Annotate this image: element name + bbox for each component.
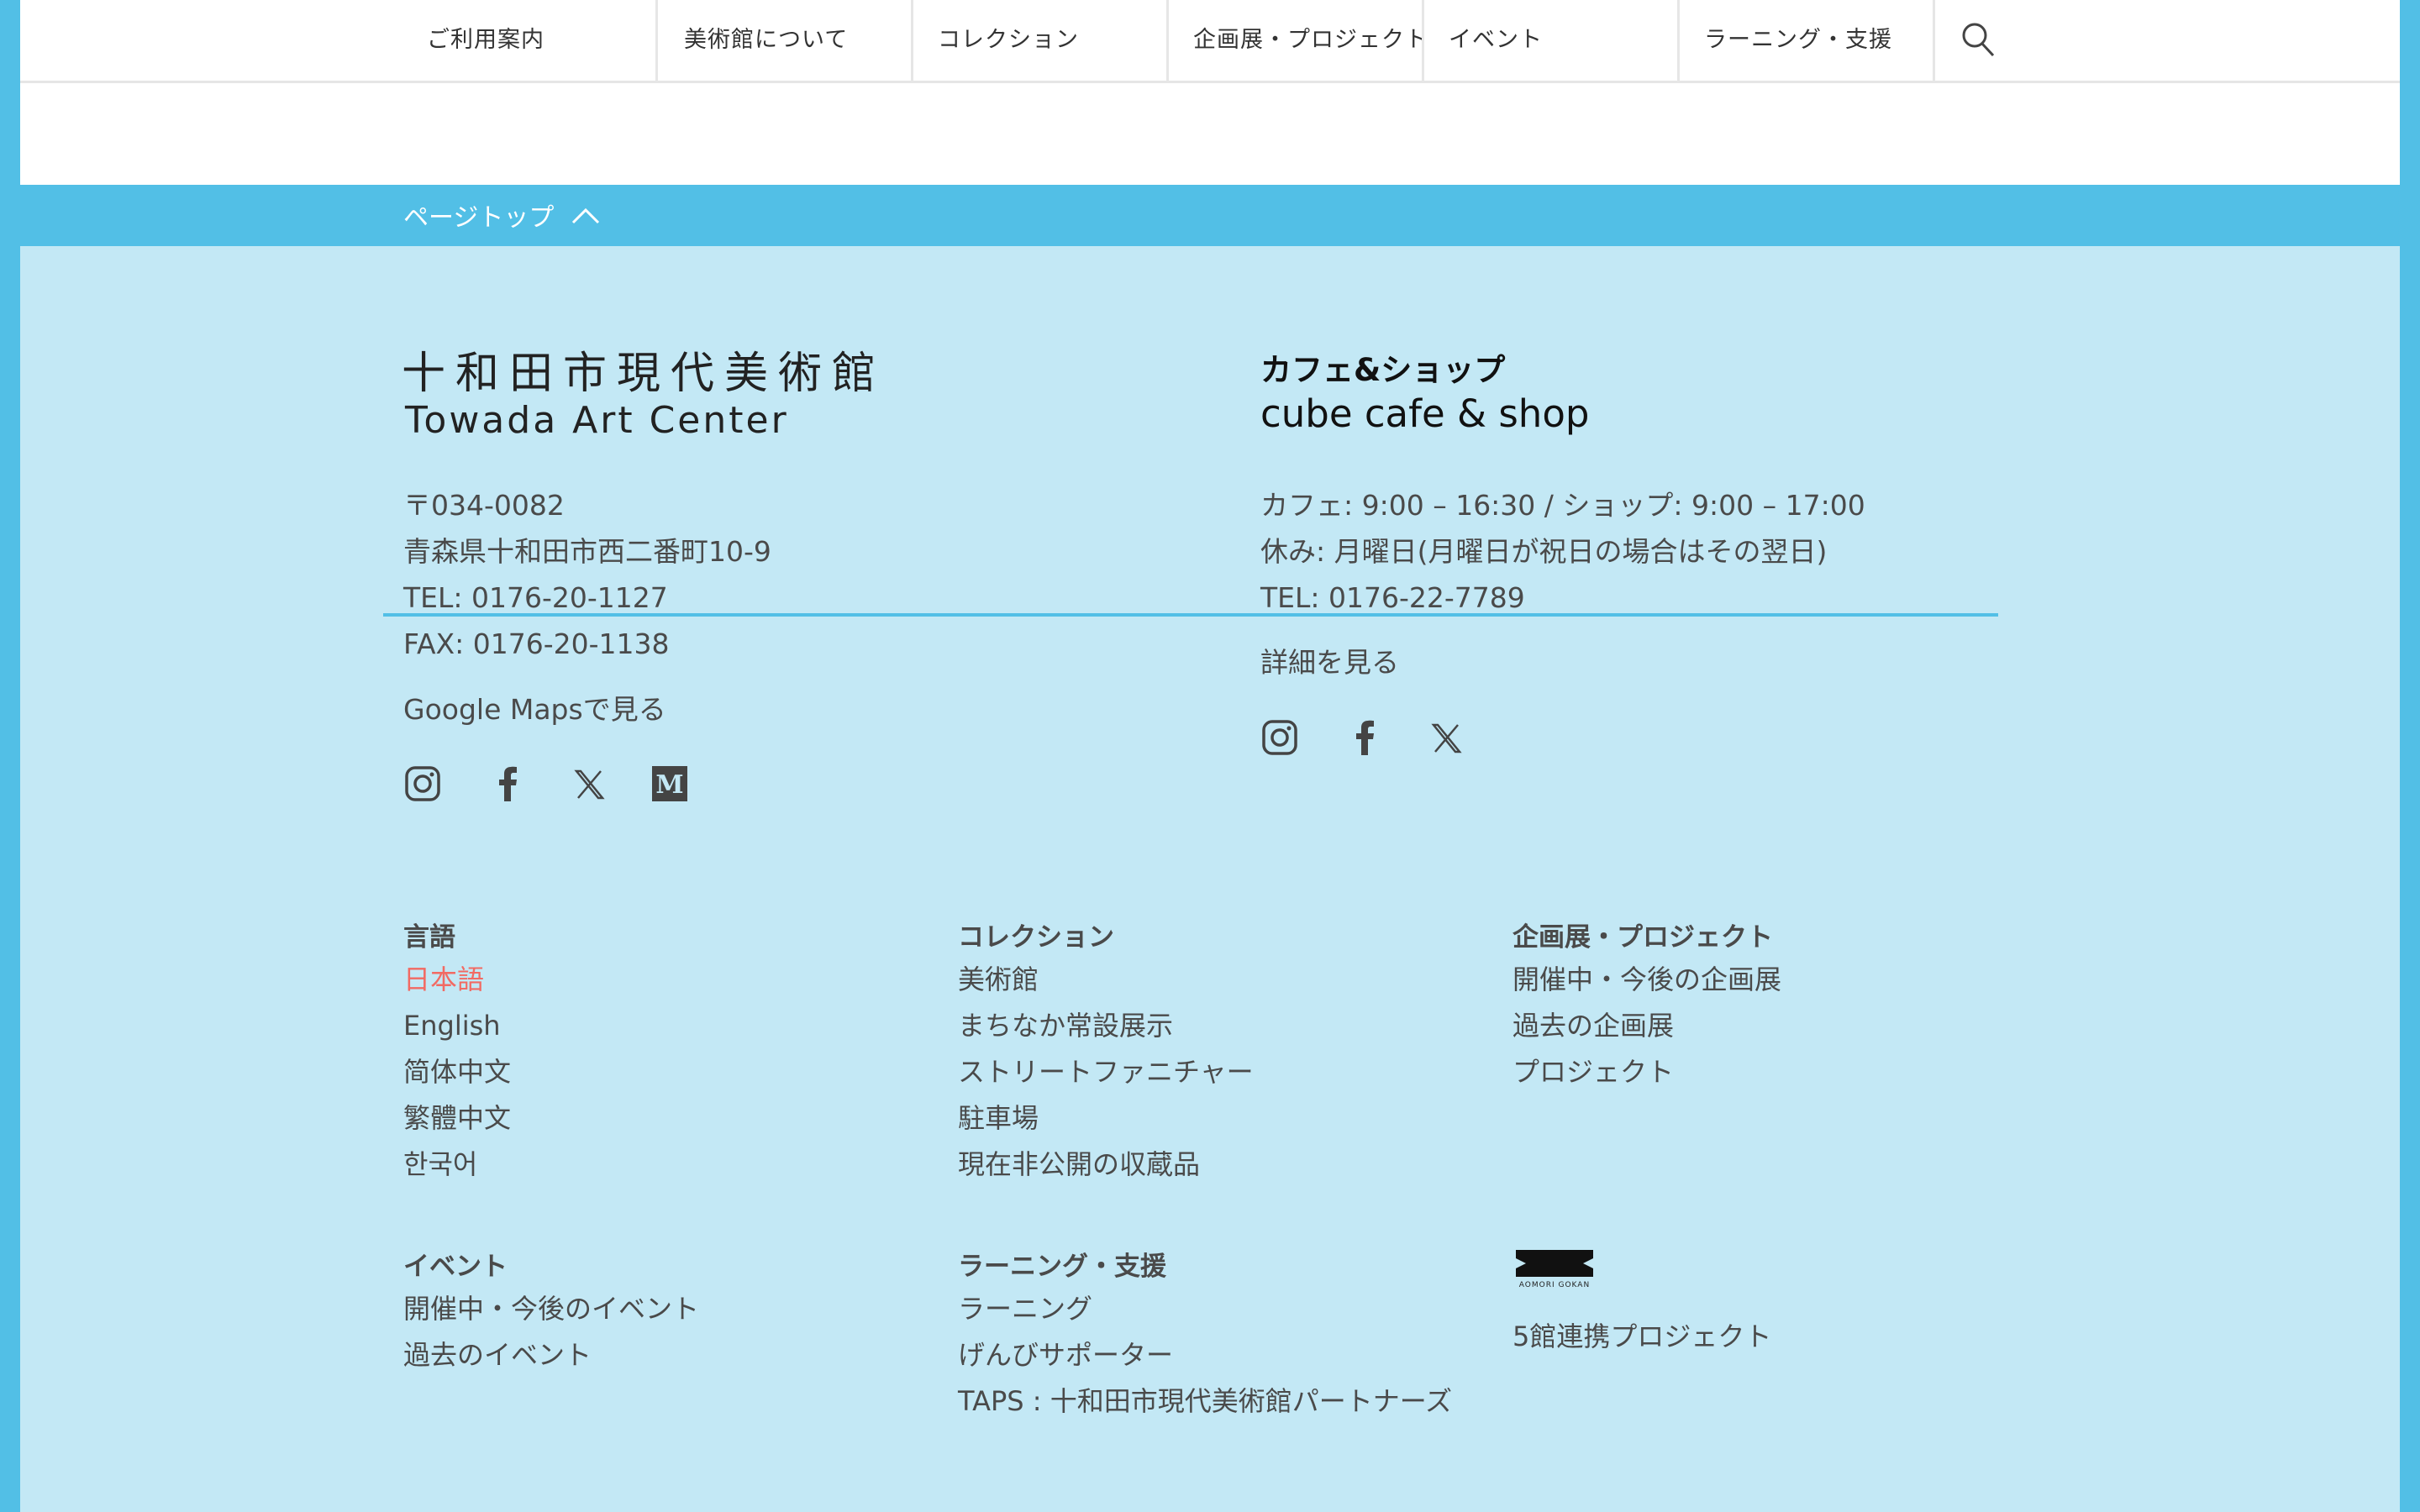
exhibitions-heading[interactable]: 企画展・プロジェクト xyxy=(1512,916,1781,953)
learning-item-learning[interactable]: ラーニング xyxy=(958,1286,1452,1332)
medium-icon[interactable]: M xyxy=(650,764,689,803)
exhibitions-item-current[interactable]: 開催中・今後の企画展 xyxy=(1512,957,1781,1003)
footer-col-collection: コレクション 美術館 まちなか常設展示 ストリートファニチャー 駐車場 現在非公… xyxy=(958,916,1254,1188)
collection-item-private[interactable]: 現在非公開の収蔵品 xyxy=(958,1142,1254,1188)
footer-col-language: 言語 日本語 English 简体中文 繁體中文 한국어 xyxy=(403,916,511,1188)
events-item-past[interactable]: 過去のイベント xyxy=(403,1332,699,1378)
lang-item-ko[interactable]: 한국어 xyxy=(403,1142,511,1188)
aomori-gokan-logo-mark: AOMORI GOKAN xyxy=(1516,1250,1593,1289)
page-top-label: ページトップ xyxy=(403,203,555,233)
lang-item-zh-hant[interactable]: 繁體中文 xyxy=(403,1095,511,1142)
global-nav: ご利用案内 美術館について コレクション 企画展・プロジェクト イベント ラーニ… xyxy=(20,0,2400,83)
nav-divider xyxy=(911,0,913,81)
events-item-current[interactable]: 開催中・今後のイベント xyxy=(403,1286,699,1332)
facebook-icon[interactable] xyxy=(489,764,528,803)
nav-divider xyxy=(1933,0,1935,81)
collection-item-town[interactable]: まちなか常設展示 xyxy=(958,1003,1254,1049)
collection-heading[interactable]: コレクション xyxy=(958,916,1254,953)
instagram-icon[interactable] xyxy=(1260,718,1299,757)
nav-learning[interactable]: ラーニング・支援 xyxy=(1704,0,1892,81)
nav-collection[interactable]: コレクション xyxy=(938,0,1079,81)
museum-contact: 〒034-0082 青森県十和田市西二番町10-9 TEL: 0176-20-1… xyxy=(403,482,771,667)
chevron-up-icon xyxy=(572,207,600,224)
learning-item-supporter[interactable]: げんびサポーター xyxy=(958,1332,1452,1378)
museum-fax: FAX: 0176-20-1138 xyxy=(403,627,670,660)
cafe-details-link[interactable]: 詳細を見る xyxy=(1260,640,1399,680)
x-icon[interactable] xyxy=(570,764,608,803)
lang-item-ja[interactable]: 日本語 xyxy=(403,957,511,1003)
museum-logo-jp[interactable]: 十和田市現代美術館 xyxy=(402,338,886,401)
footer-col-exhibitions: 企画展・プロジェクト 開催中・今後の企画展 過去の企画展 プロジェクト xyxy=(1512,916,1781,1095)
cafe-title-en: cube cafe & shop xyxy=(1260,391,1590,436)
aomori-gokan-logo[interactable]: AOMORI GOKAN xyxy=(1516,1248,1593,1292)
nav-divider xyxy=(1166,0,1169,81)
museum-address: 青森県十和田市西二番町10-9 xyxy=(403,535,771,568)
svg-text:M: M xyxy=(655,770,683,800)
nav-exhibitions[interactable]: 企画展・プロジェクト xyxy=(1193,0,1428,81)
page-top-link[interactable]: ページトップ xyxy=(403,198,601,233)
nav-guide[interactable]: ご利用案内 xyxy=(427,0,544,81)
cafe-hours: カフェ: 9:00 – 16:30 / ショップ: 9:00 – 17:00 xyxy=(1260,489,1865,522)
search-icon xyxy=(1962,23,1995,57)
learning-heading[interactable]: ラーニング・支援 xyxy=(958,1245,1452,1283)
footer-divider xyxy=(383,613,1998,617)
instagram-icon[interactable] xyxy=(403,764,442,803)
nav-divider xyxy=(1677,0,1680,81)
facebook-icon[interactable] xyxy=(1346,718,1385,757)
search-button[interactable] xyxy=(1958,18,2000,60)
footer-col-learning: ラーニング・支援 ラーニング げんびサポーター TAPS : 十和田市現代美術館… xyxy=(958,1245,1452,1425)
nav-divider xyxy=(1422,0,1424,81)
learning-item-taps[interactable]: TAPS : 十和田市現代美術館パートナーズ xyxy=(958,1378,1452,1425)
museum-logo-en[interactable]: Towada Art Center xyxy=(405,399,789,442)
exhibitions-item-projects[interactable]: プロジェクト xyxy=(1512,1049,1781,1095)
x-icon[interactable] xyxy=(1427,718,1465,757)
cafe-closed: 休み: 月曜日(月曜日が祝日の場合はその翌日) xyxy=(1260,535,1828,568)
events-heading[interactable]: イベント xyxy=(403,1245,699,1283)
aomori-gokan-logo-text: AOMORI GOKAN xyxy=(1519,1281,1590,1289)
exhibitions-item-past[interactable]: 過去の企画展 xyxy=(1512,1003,1781,1049)
collection-item-street[interactable]: ストリートファニチャー xyxy=(958,1049,1254,1095)
nav-events[interactable]: イベント xyxy=(1449,0,1543,81)
collection-item-parking[interactable]: 駐車場 xyxy=(958,1095,1254,1142)
nav-divider xyxy=(655,0,658,81)
footer-col-events: イベント 開催中・今後のイベント 過去のイベント xyxy=(403,1245,699,1378)
lang-item-en[interactable]: English xyxy=(403,1003,511,1049)
cafe-info: カフェ: 9:00 – 16:30 / ショップ: 9:00 – 17:00 休… xyxy=(1260,482,1865,621)
google-maps-link[interactable]: Google Mapsで見る xyxy=(403,687,666,727)
cafe-title-jp: カフェ&ショップ xyxy=(1260,352,1506,388)
aomori-gokan-link[interactable]: 5館連携プロジェクト xyxy=(1512,1314,1771,1360)
lang-item-zh-hans[interactable]: 简体中文 xyxy=(403,1049,511,1095)
collection-item-museum[interactable]: 美術館 xyxy=(958,957,1254,1003)
language-heading: 言語 xyxy=(403,922,455,953)
nav-about[interactable]: 美術館について xyxy=(684,0,848,81)
museum-postal: 〒034-0082 xyxy=(403,489,565,522)
